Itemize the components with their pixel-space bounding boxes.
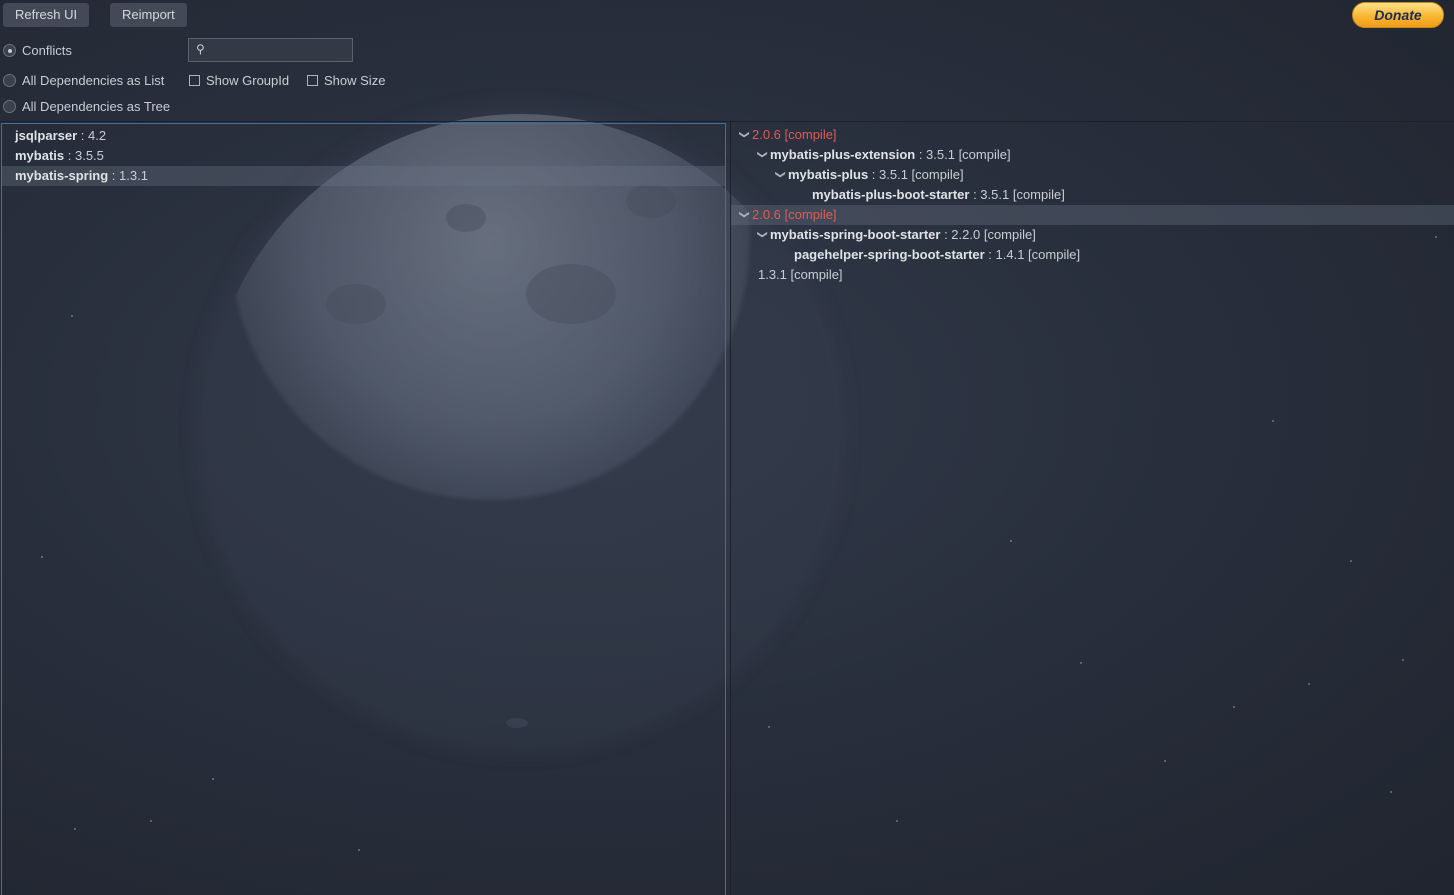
mode-tree[interactable]: All Dependencies as Tree <box>3 99 170 114</box>
show-size-option[interactable]: Show Size <box>307 73 385 88</box>
mode-list-label: All Dependencies as List <box>22 73 165 88</box>
search-input[interactable]: ⚲ <box>188 38 353 62</box>
mode-list[interactable]: All Dependencies as List <box>3 73 164 88</box>
chevron-down-icon[interactable]: ❯ <box>752 230 772 244</box>
toolbar-separator <box>0 121 1454 122</box>
reimport-button[interactable]: Reimport <box>110 3 187 27</box>
tree-node[interactable]: ❯ 2.0.6 [compile] <box>738 125 837 145</box>
mode-conflicts[interactable]: Conflicts <box>3 43 72 58</box>
tree-node[interactable]: ❯ mybatis-spring-boot-starter : 2.2.0 [co… <box>756 225 1036 245</box>
checkbox-icon[interactable] <box>189 75 200 86</box>
tree-node-selected[interactable]: ❯ 2.0.6 [compile] <box>731 205 1454 225</box>
list-item[interactable]: mybatis : 3.5.5 <box>15 146 104 166</box>
list-item-selected[interactable]: mybatis-spring : 1.3.1 <box>2 166 725 186</box>
tree-node[interactable]: pagehelper-spring-boot-starter : 1.4.1 [… <box>794 245 1080 265</box>
tree-node[interactable]: ❯ mybatis-plus : 3.5.1 [compile] <box>774 165 964 185</box>
checkbox-icon[interactable] <box>307 75 318 86</box>
panel-divider[interactable] <box>730 122 731 895</box>
chevron-down-icon[interactable]: ❯ <box>734 210 754 224</box>
tree-node[interactable]: 1.3.1 [compile] <box>758 265 843 285</box>
tree-node[interactable]: mybatis-plus-boot-starter : 3.5.1 [compi… <box>812 185 1065 205</box>
tree-node[interactable]: ❯ mybatis-plus-extension : 3.5.1 [compile… <box>756 145 1011 165</box>
radio-icon[interactable] <box>3 74 16 87</box>
dependency-list-panel[interactable]: jsqlparser : 4.2 mybatis : 3.5.5 mybatis… <box>1 123 726 895</box>
donate-button[interactable]: Donate <box>1352 2 1444 28</box>
chevron-down-icon[interactable]: ❯ <box>734 130 754 144</box>
radio-selected-icon[interactable] <box>3 44 16 57</box>
show-groupid-option[interactable]: Show GroupId <box>189 73 289 88</box>
search-icon: ⚲ <box>196 42 205 56</box>
list-item[interactable]: jsqlparser : 4.2 <box>15 126 106 146</box>
show-size-label: Show Size <box>324 73 386 88</box>
chevron-down-icon[interactable]: ❯ <box>770 170 790 184</box>
mode-conflicts-label: Conflicts <box>22 43 72 58</box>
refresh-ui-button[interactable]: Refresh UI <box>3 3 90 27</box>
show-groupid-label: Show GroupId <box>206 73 290 88</box>
mode-tree-label: All Dependencies as Tree <box>22 99 171 114</box>
chevron-down-icon[interactable]: ❯ <box>752 150 772 164</box>
radio-icon[interactable] <box>3 100 16 113</box>
